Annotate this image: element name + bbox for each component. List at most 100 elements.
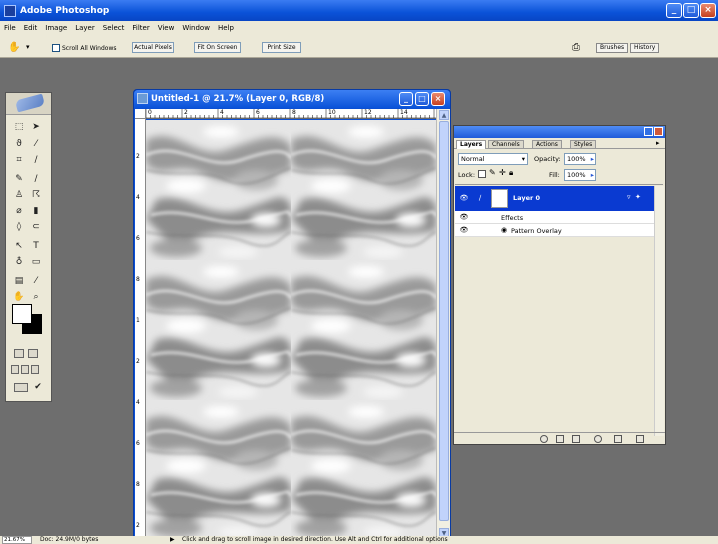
foreground-color-swatch[interactable]	[12, 304, 32, 324]
new-layer-icon[interactable]	[614, 435, 622, 443]
fill-label: Fill:	[549, 171, 560, 179]
blend-mode-select[interactable]: Normal ▾	[458, 153, 528, 165]
layers-scrollbar[interactable]	[654, 186, 664, 436]
menu-window[interactable]: Window	[178, 24, 214, 32]
clone-stamp-tool-icon[interactable]: ♙	[12, 189, 26, 201]
menu-file[interactable]: File	[0, 24, 20, 32]
opacity-field[interactable]: 100% ▸	[564, 153, 596, 165]
lock-position-icon[interactable]: ✛	[499, 168, 506, 177]
ruler-corner[interactable]	[135, 109, 146, 119]
palette-close-button[interactable]	[654, 127, 663, 136]
doc-close-button[interactable]: ×	[431, 92, 445, 106]
file-browser-icon[interactable]: ⎙	[572, 41, 586, 54]
blur-tool-icon[interactable]: ◊	[12, 221, 26, 233]
fit-on-screen-button[interactable]: Fit On Screen	[194, 42, 241, 53]
effects-row[interactable]: 👁︎ Effects	[455, 211, 663, 224]
tool-preset-dropdown-icon[interactable]: ▾	[26, 43, 30, 51]
brush-tool-icon[interactable]: ∕	[29, 173, 43, 185]
path-selection-tool-icon[interactable]: ↖	[12, 240, 26, 252]
zoom-tool-icon[interactable]: ⌕	[29, 291, 43, 303]
screen-mode-full-menu-button[interactable]	[21, 365, 29, 374]
actual-pixels-button[interactable]: Actual Pixels	[132, 42, 174, 53]
fill-slider-arrow-icon[interactable]: ▸	[591, 170, 594, 180]
doc-minimize-button[interactable]: _	[399, 92, 413, 106]
notes-tool-icon[interactable]: ▤	[12, 275, 26, 287]
ruler-vertical[interactable]: 2 4 6 8 1 2 4 6 8 2	[135, 119, 146, 539]
tab-styles[interactable]: Styles	[570, 140, 597, 149]
gradient-tool-icon[interactable]: ▮	[29, 205, 43, 217]
ruler-horizontal[interactable]: 0 2 4 6 8 10 12 14	[146, 109, 436, 119]
new-adjustment-layer-icon[interactable]	[594, 435, 602, 443]
menu-filter[interactable]: Filter	[128, 24, 153, 32]
fill-field[interactable]: 100% ▸	[564, 169, 596, 181]
lock-transparency-icon[interactable]	[478, 170, 486, 178]
palette-menu-arrow-icon[interactable]: ▸	[656, 139, 660, 147]
doc-size-info[interactable]: Doc: 24.9M/0 bytes	[40, 536, 98, 544]
add-mask-icon[interactable]	[556, 435, 564, 443]
pen-tool-icon[interactable]: ♁	[12, 256, 26, 268]
print-size-button[interactable]: Print Size	[262, 42, 301, 53]
zoom-field[interactable]: 21.67%	[2, 536, 32, 544]
tab-history[interactable]: History	[630, 43, 660, 53]
scroll-up-arrow-icon[interactable]: ▲	[439, 110, 449, 120]
app-title-bar: Adobe Photoshop _ □ ×	[0, 0, 718, 21]
effects-fx-icon[interactable]: ▿	[627, 193, 631, 201]
menu-view[interactable]: View	[154, 24, 179, 32]
crop-tool-icon[interactable]: ⌗	[12, 154, 26, 166]
vertical-scrollbar[interactable]: ▲ ▼	[436, 109, 450, 540]
jump-to-imageready-button[interactable]	[14, 383, 28, 392]
menu-select[interactable]: Select	[99, 24, 129, 32]
hand-tool-preset-icon[interactable]: ✋	[8, 42, 22, 54]
eyedropper-tool-icon[interactable]: ⁄	[29, 275, 43, 287]
standard-mode-button[interactable]	[14, 349, 24, 358]
screen-mode-standard-button[interactable]	[11, 365, 19, 374]
screen-mode-full-button[interactable]	[31, 365, 39, 374]
healing-brush-tool-icon[interactable]: ✎	[12, 173, 26, 185]
effects-visibility-eye-icon[interactable]: 👁︎	[459, 212, 469, 222]
menu-edit[interactable]: Edit	[20, 24, 42, 32]
layer-row-layer-0[interactable]: 👁︎ ∕ Layer 0 ▿ ✦	[455, 186, 663, 211]
new-set-icon[interactable]	[572, 435, 580, 443]
maximize-button[interactable]: □	[683, 3, 699, 18]
shape-tool-icon[interactable]: ▭	[29, 256, 43, 268]
visibility-eye-icon[interactable]: 👁︎	[459, 193, 469, 203]
status-arrow-icon[interactable]: ▶	[170, 536, 175, 544]
hand-tool-icon[interactable]: ✋	[12, 291, 26, 303]
pattern-overlay-row[interactable]: 👁︎ ◉ Pattern Overlay	[455, 224, 663, 237]
menu-layer[interactable]: Layer	[71, 24, 99, 32]
quick-mask-mode-button[interactable]	[28, 349, 38, 358]
lock-all-icon[interactable]: 🔒︎	[509, 168, 513, 178]
marquee-tool-icon[interactable]: ⬚	[12, 121, 26, 133]
palette-title-bar[interactable]	[454, 126, 665, 138]
trash-icon[interactable]	[636, 435, 644, 443]
add-layer-style-icon[interactable]	[540, 435, 548, 443]
tab-brushes[interactable]: Brushes	[596, 43, 629, 53]
menu-image[interactable]: Image	[41, 24, 71, 32]
history-brush-tool-icon[interactable]: ☈	[29, 189, 43, 201]
tab-actions[interactable]: Actions	[532, 140, 562, 149]
magic-wand-tool-icon[interactable]: ⁄	[29, 138, 43, 150]
palette-minimize-button[interactable]	[644, 127, 653, 136]
eraser-tool-icon[interactable]: ⌀	[12, 205, 26, 217]
doc-maximize-button[interactable]: □	[415, 92, 429, 106]
type-tool-icon[interactable]: T	[29, 240, 43, 252]
tab-channels[interactable]: Channels	[488, 140, 524, 149]
document-icon	[137, 93, 148, 104]
pattern-overlay-visibility-eye-icon[interactable]: 👁︎	[459, 225, 469, 235]
lasso-tool-icon[interactable]: ϑ	[12, 138, 26, 150]
brush-link-icon[interactable]: ∕	[475, 193, 485, 203]
opacity-slider-arrow-icon[interactable]: ▸	[591, 154, 594, 164]
scroll-all-windows-checkbox[interactable]	[52, 44, 60, 52]
scrollbar-thumb[interactable]	[439, 121, 449, 521]
menu-help[interactable]: Help	[214, 24, 238, 32]
expand-effects-icon[interactable]: ✦	[635, 193, 641, 201]
minimize-button[interactable]: _	[666, 3, 682, 18]
lock-image-icon[interactable]: ✎	[489, 168, 496, 177]
tab-layers[interactable]: Layers	[456, 140, 487, 149]
dodge-tool-icon[interactable]: ⊂	[29, 221, 43, 233]
image-canvas[interactable]	[146, 120, 436, 540]
move-tool-icon[interactable]: ➤	[29, 121, 43, 133]
status-hint: Click and drag to scroll image in desire…	[182, 536, 448, 543]
close-button[interactable]: ×	[700, 3, 716, 18]
slice-tool-icon[interactable]: ∕	[29, 154, 43, 166]
